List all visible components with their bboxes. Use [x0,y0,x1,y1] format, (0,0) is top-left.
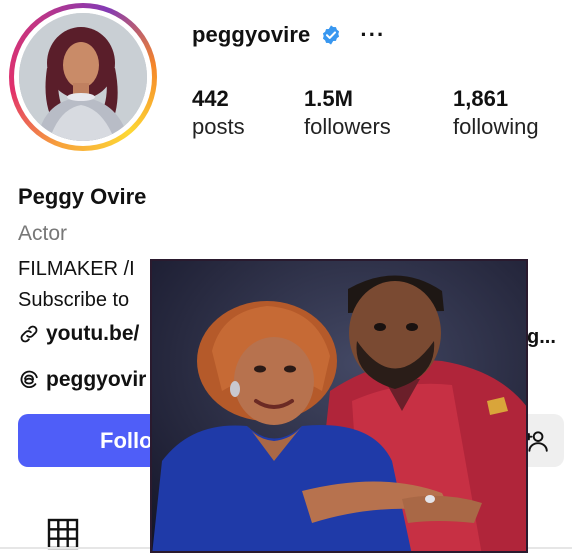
grid-icon[interactable] [47,518,79,550]
avatar[interactable] [19,13,147,141]
couple-photo-illustration [152,261,526,551]
link-text-tail[interactable]: g... [527,326,556,349]
profile-category: Actor [18,222,68,245]
stat-posts[interactable]: 442 posts [192,86,245,142]
threads-link[interactable]: peggyovir [18,368,146,392]
avatar-border [14,8,152,146]
bio-line: Subscribe to [18,289,130,311]
display-name: Peggy Ovire [18,184,147,209]
stat-following[interactable]: 1,861 following [453,86,539,142]
threads-handle: peggyovir [46,368,147,391]
stat-label: followers [304,114,391,139]
overlay-photo [150,259,528,553]
username: peggyovire [192,22,311,47]
link-icon [20,325,38,343]
more-options-icon[interactable]: ··· [360,24,385,46]
profile-link[interactable]: youtu.be/ [18,322,139,346]
stat-value: 1.5M [304,86,353,111]
verified-badge-icon [323,25,340,45]
link-text: youtu.be/ [46,322,140,345]
profile-avatar-ring[interactable] [9,3,157,151]
stat-value: 442 [192,86,229,111]
stat-label: posts [192,114,245,139]
profile-header: peggyovire ··· [192,22,385,48]
threads-icon [20,370,38,389]
stat-followers[interactable]: 1.5M followers [304,86,391,142]
bio-line: FILMAKER /I [18,258,135,280]
avatar-photo-illustration [19,13,147,141]
stat-value: 1,861 [453,86,509,111]
stat-label: following [453,114,539,139]
